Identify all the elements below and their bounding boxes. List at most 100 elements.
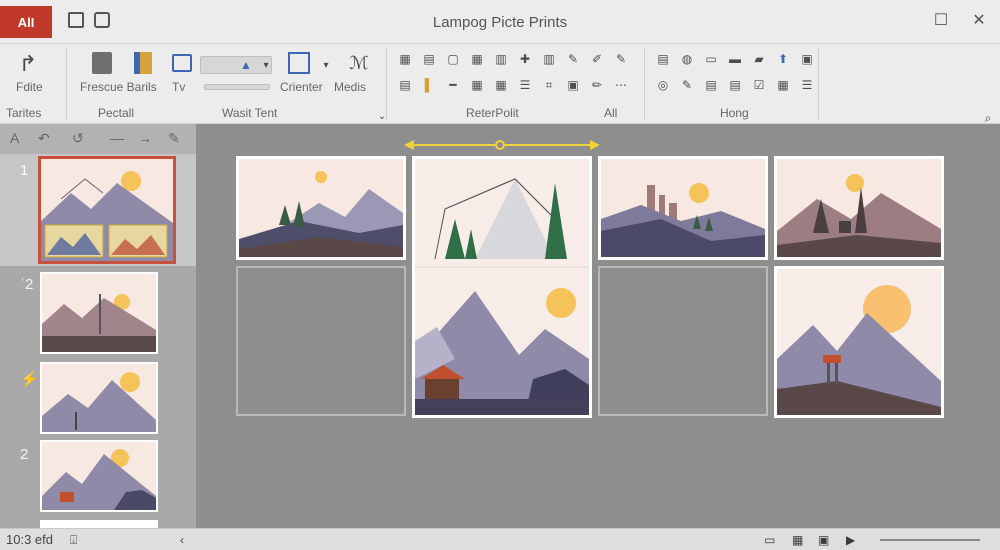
check-icon[interactable]: ☑	[752, 78, 766, 92]
crop-icon[interactable]: ⌗	[542, 78, 556, 92]
group-label-all: All	[604, 106, 618, 120]
font-icon[interactable]: A	[10, 130, 19, 146]
resize-handle-arrow[interactable]	[402, 136, 602, 154]
card-icon[interactable]: ▭	[704, 52, 718, 66]
image-tile-content	[239, 159, 403, 257]
slide-number: 2	[20, 446, 29, 463]
doc-icon[interactable]: ▤	[398, 78, 412, 92]
columns-icon[interactable]: ▥	[494, 52, 508, 66]
title-bar: AlI Lampog Picte Prints ☐ ✕	[0, 0, 1000, 44]
arrow-right-icon[interactable]: →	[138, 130, 152, 146]
apps-icon[interactable]: ▦	[776, 78, 790, 92]
grid-icon-2[interactable]: ▦	[470, 78, 484, 92]
barils-icon[interactable]	[134, 52, 152, 74]
slide-thumbnail-image	[41, 159, 173, 261]
image-tile-4[interactable]	[774, 156, 944, 260]
image-icon[interactable]: ▣	[566, 78, 580, 92]
image-tile-content	[777, 159, 941, 257]
slide-thumbnail-5[interactable]	[40, 520, 158, 528]
ribbon-separator-3	[644, 48, 645, 120]
arrange-icon[interactable]: ▤	[656, 52, 670, 66]
more-icon[interactable]: ⋯	[614, 78, 628, 92]
columns-icon-2[interactable]: ▥	[542, 52, 556, 66]
marker-icon[interactable]: ✎	[614, 52, 628, 66]
chevron-down-icon-2[interactable]: ▾	[316, 55, 336, 75]
chevron-left-icon[interactable]: ‹	[180, 533, 184, 547]
line-icon[interactable]: —	[110, 130, 124, 146]
edit-icon[interactable]: ✎	[680, 78, 694, 92]
zoom-slider[interactable]	[880, 539, 980, 541]
pen-icon[interactable]: ✎	[566, 52, 580, 66]
slide-thumbnail-2[interactable]	[40, 272, 158, 354]
slide-number: 1	[20, 162, 29, 179]
table-icon[interactable]: ▦	[470, 52, 484, 66]
text-path-icon[interactable]: ℳ	[348, 52, 370, 74]
empty-image-placeholder-2[interactable]	[598, 266, 768, 416]
crienter-button[interactable]: Crienter	[280, 80, 323, 94]
image-tile-2[interactable]	[412, 156, 592, 418]
ribbon: ↱ Fdite Tarites ▲ ▾ ▾ ℳ Frescue Barils T…	[0, 44, 1000, 126]
normal-view-icon[interactable]: ▭	[764, 533, 775, 547]
slide-thumbnail-4[interactable]	[40, 440, 158, 512]
image-tile-3[interactable]	[598, 156, 768, 260]
group-label-reterpolt: ReterPolit	[466, 106, 519, 120]
status-bar: 10:3 efd ⍗ ‹ ▭ ▦ ▣ ▶	[0, 528, 1000, 550]
slide-thumbnail-image	[42, 274, 156, 352]
image-tile-1[interactable]	[236, 156, 406, 260]
plus-icon[interactable]: ✚	[518, 52, 532, 66]
layout-icon[interactable]	[172, 54, 192, 72]
menu-icon[interactable]: ☰	[800, 78, 814, 92]
brush-icon[interactable]: ✐	[590, 52, 604, 66]
slide-thumbnails-panel: A ↶ ↺ — → ✎ 1 ʿ2 ⚡ 2	[0, 124, 196, 528]
refresh-icon[interactable]: ↺	[72, 130, 84, 147]
chat-icon[interactable]: ▰	[752, 52, 766, 66]
triangle-icon: ▲	[240, 58, 252, 72]
table-icon-2[interactable]: ▦	[494, 78, 508, 92]
slide-number: ʿ2	[20, 276, 34, 293]
target-icon[interactable]: ◎	[656, 78, 670, 92]
chevron-down-icon[interactable]: ▾	[256, 55, 276, 75]
dash-icon[interactable]: ━	[446, 78, 460, 92]
page-icon[interactable]: ▤	[422, 52, 436, 66]
frescue-barils-button[interactable]: Frescue Barils	[80, 80, 157, 94]
empty-image-placeholder-1[interactable]	[236, 266, 406, 416]
redo-arrow-icon[interactable]: ↱	[16, 51, 40, 76]
undo-icon[interactable]: ↶	[38, 130, 50, 147]
image-tile-content	[601, 159, 765, 257]
slider-track[interactable]	[204, 84, 270, 90]
ribbon-separator	[66, 48, 67, 120]
group-label-pectall: Pectall	[98, 106, 135, 120]
sorter-view-icon[interactable]: ▦	[792, 533, 803, 547]
dialog-launcher-icon[interactable]: ⌄	[372, 106, 392, 126]
search-icon[interactable]: ⌕	[978, 108, 998, 128]
maximize-button[interactable]: ☐	[930, 10, 952, 32]
slideshow-icon[interactable]: ▶	[846, 533, 855, 547]
grid-icon[interactable]: ▦	[398, 52, 412, 66]
picture-frame-icon[interactable]	[288, 52, 310, 74]
image-tile-5[interactable]	[774, 266, 944, 418]
pencil-icon[interactable]: ✏	[590, 78, 604, 92]
notes-icon[interactable]: ⍗	[70, 533, 77, 548]
slide-thumbnail-1[interactable]	[38, 156, 176, 264]
form-icon[interactable]: ▤	[704, 78, 718, 92]
ribbon-separator-2	[386, 48, 387, 120]
globe-icon[interactable]: ◍	[680, 52, 694, 66]
frescue-icon[interactable]	[92, 52, 112, 74]
window-icon[interactable]: ▣	[800, 52, 814, 66]
pen-tool-icon[interactable]: ✎	[168, 130, 180, 147]
upload-icon[interactable]: ⬆	[776, 52, 790, 66]
frame-icon[interactable]: ▢	[446, 52, 460, 66]
comment-icon[interactable]: ▬	[728, 52, 742, 66]
reading-view-icon[interactable]: ▣	[818, 533, 829, 547]
tv-button[interactable]: Tv	[172, 80, 185, 94]
close-button[interactable]: ✕	[968, 10, 990, 32]
group-label-hong: Hong	[720, 106, 749, 120]
medis-button[interactable]: Medis	[334, 80, 366, 94]
slide-thumbnail-image	[42, 442, 156, 510]
slide-thumbnail-3[interactable]	[40, 362, 158, 434]
list-icon[interactable]: ▤	[728, 78, 742, 92]
slide-number: ⚡	[20, 371, 39, 388]
ribbon-separator-4	[818, 48, 819, 120]
highlight-icon[interactable]: ▌	[422, 78, 436, 92]
align-icon[interactable]: ☰	[518, 78, 532, 92]
